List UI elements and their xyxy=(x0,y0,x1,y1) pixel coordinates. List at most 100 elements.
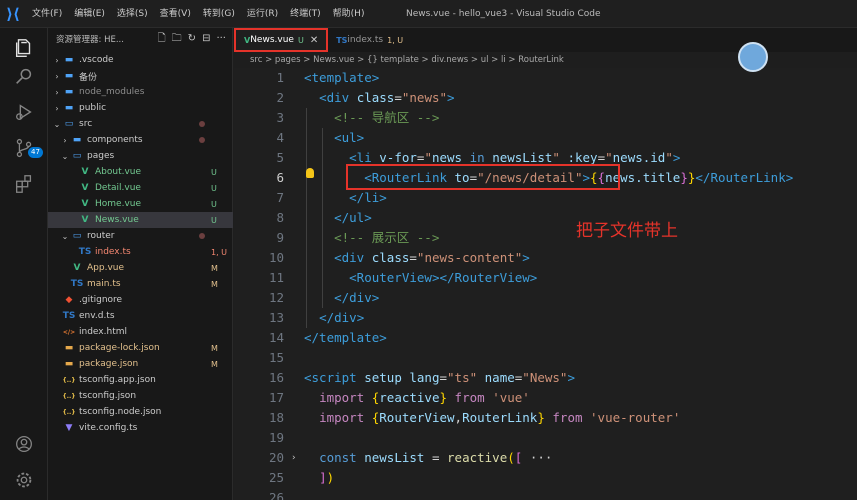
menu-item[interactable]: 帮助(H) xyxy=(327,0,371,28)
menu-item[interactable]: 文件(F) xyxy=(26,0,68,28)
extensions-icon[interactable] xyxy=(0,164,48,204)
search-icon[interactable] xyxy=(0,56,48,96)
menu-item[interactable]: 终端(T) xyxy=(284,0,327,28)
vue-file-icon: V xyxy=(73,263,81,273)
folder-open-icon: ▭ xyxy=(64,119,74,129)
file-tree-item[interactable]: TS env.d.ts xyxy=(48,308,233,324)
source-control-icon[interactable]: 47 xyxy=(0,128,48,168)
file-tree-item[interactable]: ◆ .gitignore xyxy=(48,292,233,308)
line-number: 18 xyxy=(268,410,284,425)
code-line: 12 </div> xyxy=(234,288,857,308)
code-token: > xyxy=(447,90,455,105)
git-changes-dot xyxy=(199,137,205,143)
code-token: RouterLink xyxy=(462,410,538,425)
json-file-icon: ▬ xyxy=(64,359,74,369)
file-name: package-lock.json xyxy=(79,343,160,353)
code-editor[interactable]: 1 <template> 2 <div class="news"> 3 <!-- 导航… xyxy=(234,68,857,500)
file-tree-item[interactable]: › ▬ .vscode xyxy=(48,52,233,68)
code-token: name xyxy=(484,370,515,385)
file-tree-item[interactable]: › ▬ node_modules xyxy=(48,84,233,100)
code-token: ) xyxy=(326,470,335,485)
file-name: tsconfig.json xyxy=(79,391,137,401)
collapse-all-icon[interactable]: ⊟ xyxy=(202,32,210,46)
file-tree-item[interactable]: TS main.ts M xyxy=(48,276,233,292)
file-tree-item[interactable]: V App.vue M xyxy=(48,260,233,276)
highlight-box xyxy=(346,164,620,190)
lightbulb-icon[interactable] xyxy=(306,168,314,178)
line-number: 7 xyxy=(276,190,284,205)
file-name: public xyxy=(79,103,107,113)
code-text: import {RouterView,RouterLink} from 'vue… xyxy=(304,408,680,428)
file-tree-item[interactable]: </> index.html xyxy=(48,324,233,340)
file-tree-item[interactable]: › ▬ 备份 xyxy=(48,68,233,84)
line-number: 16 xyxy=(268,370,284,385)
code-token: </div> xyxy=(319,310,365,325)
code-text: </div> xyxy=(304,308,364,328)
code-token: " xyxy=(552,150,560,165)
folder-icon: ▬ xyxy=(64,71,74,81)
file-tree-item[interactable]: › ▬ public xyxy=(48,100,233,116)
close-icon[interactable]: ✕ xyxy=(310,35,318,46)
code-token: 'vue-router' xyxy=(590,410,681,425)
code-token: import xyxy=(319,410,372,425)
code-token: </div> xyxy=(334,290,380,305)
code-token: <div xyxy=(319,90,357,105)
code-token: </ul> xyxy=(334,210,372,225)
file-tree-item[interactable]: ⌄ ▭ src xyxy=(48,116,233,132)
file-tree-item[interactable]: TS index.ts 1, U xyxy=(48,244,233,260)
code-token: <div xyxy=(334,250,372,265)
line-number: 3 xyxy=(276,110,284,125)
file-tree-item[interactable]: V News.vue U xyxy=(48,212,233,228)
new-file-icon[interactable]: 🗋 xyxy=(158,32,166,46)
menu-item[interactable]: 查看(V) xyxy=(154,0,197,28)
refresh-icon[interactable]: ↻ xyxy=(188,32,196,46)
file-tree-item[interactable]: V Detail.vue U xyxy=(48,180,233,196)
git-status: U xyxy=(211,183,217,193)
file-tree-item[interactable]: ⌄ ▭ pages xyxy=(48,148,233,164)
line-number: 13 xyxy=(268,310,284,325)
chevron-right-icon: › xyxy=(55,55,59,65)
file-tree-item[interactable]: ▼ vite.config.ts xyxy=(48,420,233,436)
code-text: <RouterView></RouterView> xyxy=(304,268,537,288)
run-debug-icon[interactable] xyxy=(0,92,48,132)
file-name: tsconfig.app.json xyxy=(79,375,156,385)
file-tree-item[interactable]: ⌄ ▭ router xyxy=(48,228,233,244)
code-token: <RouterView></RouterView> xyxy=(349,270,538,285)
line-number: 8 xyxy=(276,210,284,225)
code-token: class xyxy=(371,250,410,265)
code-token: ( xyxy=(507,450,515,465)
menu-item[interactable]: 运行(R) xyxy=(241,0,284,28)
annotation-text: 把子文件带上 xyxy=(576,221,678,241)
tab-news-vue[interactable]: V News.vue U ✕ xyxy=(234,28,329,52)
account-icon[interactable] xyxy=(0,424,48,464)
file-name: src xyxy=(79,119,93,129)
code-text: <ul> xyxy=(304,128,364,148)
file-tree-item[interactable]: ▬ package.json M xyxy=(48,356,233,372)
git-changes-dot xyxy=(199,121,205,127)
more-actions-icon[interactable]: ··· xyxy=(216,32,226,46)
code-line: 13 </div> xyxy=(234,308,857,328)
file-name: .vscode xyxy=(79,55,114,65)
file-tree-item[interactable]: V Home.vue U xyxy=(48,196,233,212)
file-tree-item[interactable]: V About.vue U xyxy=(48,164,233,180)
code-token: <!-- 导航区 --> xyxy=(334,110,440,125)
file-tree-item[interactable]: › ▬ components xyxy=(48,132,233,148)
fold-chevron-icon[interactable]: › xyxy=(291,448,296,468)
code-token: lang xyxy=(409,370,440,385)
file-tree-item[interactable]: {..} tsconfig.app.json xyxy=(48,372,233,388)
code-text: <div class="news"> xyxy=(304,88,455,108)
menu-item[interactable]: 选择(S) xyxy=(111,0,154,28)
file-tree-item[interactable]: ▬ package-lock.json M xyxy=(48,340,233,356)
tab-index-ts[interactable]: TS index.ts 1, U xyxy=(328,28,411,52)
menu-item[interactable]: 编辑(E) xyxy=(68,0,111,28)
settings-gear-icon[interactable] xyxy=(0,460,48,500)
new-folder-icon[interactable]: 🗀 xyxy=(172,32,182,46)
config-file-icon: {..} xyxy=(62,408,76,416)
menu-item[interactable]: 转到(G) xyxy=(197,0,241,28)
code-line: 20 const newsList = reactive([ ··· › xyxy=(234,448,857,468)
file-tree-item[interactable]: {..} tsconfig.node.json xyxy=(48,404,233,420)
file-tree-item[interactable]: {..} tsconfig.json xyxy=(48,388,233,404)
